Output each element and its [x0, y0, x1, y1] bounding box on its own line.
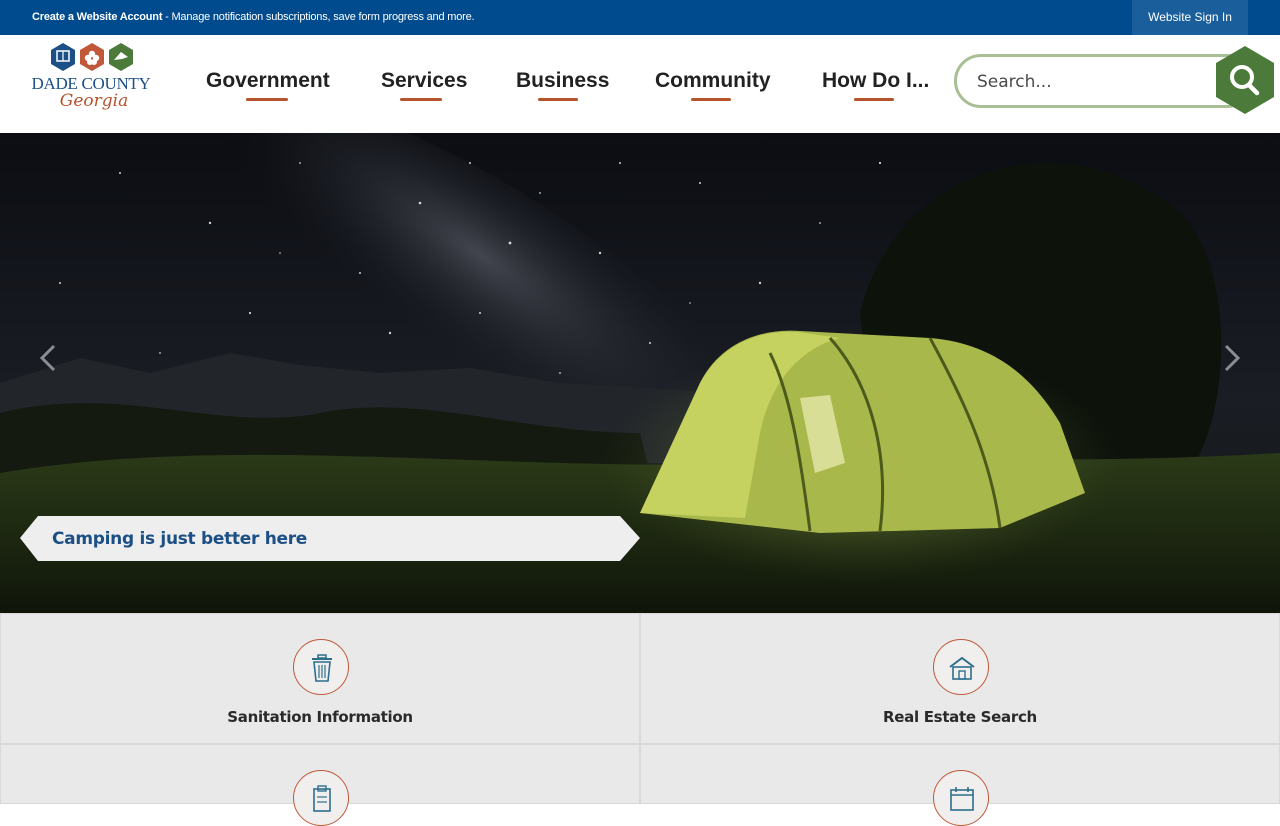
nav-business[interactable]: Business	[516, 69, 609, 105]
hero-slideshow: Camping is just better here	[0, 133, 1280, 613]
caption-text: Camping is just better here	[52, 529, 308, 549]
search-input[interactable]	[977, 69, 1217, 95]
nav-underline	[400, 98, 442, 101]
create-account-link[interactable]: Create a Website Account	[32, 11, 162, 23]
site-header: DADE COUNTY Georgia Government Services …	[0, 35, 1280, 133]
nav-underline	[691, 98, 731, 101]
tile-icon-circle	[293, 639, 349, 695]
logo-state-name: Georgia	[59, 91, 129, 111]
chevron-right-icon	[1224, 344, 1241, 372]
nav-label: Business	[516, 69, 610, 92]
account-description: - Manage notification subscriptions, sav…	[162, 11, 475, 23]
next-slide-button[interactable]	[1212, 338, 1252, 378]
clipboard-icon	[313, 785, 331, 812]
account-message: Create a Website Account - Manage notifi…	[32, 11, 475, 23]
nav-government[interactable]: Government	[206, 69, 330, 105]
trash-can-icon	[312, 654, 332, 682]
nav-services[interactable]: Services	[381, 69, 467, 105]
previous-slide-button[interactable]	[28, 338, 68, 378]
nav-underline	[854, 98, 894, 101]
nav-label: Services	[381, 69, 468, 92]
nav-underline	[538, 98, 578, 101]
tile-clipboard[interactable]	[0, 744, 640, 826]
top-bar: Create a Website Account - Manage notifi…	[0, 0, 1280, 35]
nav-community[interactable]: Community	[655, 69, 771, 105]
logo-hexagons-icon	[51, 43, 133, 71]
search-box	[954, 54, 1254, 108]
tile-label: Sanitation Information	[227, 708, 413, 726]
nav-underline	[246, 98, 288, 101]
nav-label: Government	[206, 69, 330, 92]
house-icon	[949, 656, 975, 680]
tile-icon-circle	[933, 639, 989, 695]
tile-real-estate-search[interactable]: Real Estate Search	[640, 613, 1280, 744]
dade-county-logo[interactable]: DADE COUNTY Georgia	[24, 41, 158, 121]
tile-icon-circle	[293, 770, 349, 826]
nav-label: Community	[655, 69, 771, 92]
slide-caption[interactable]: Camping is just better here	[20, 516, 640, 561]
nav-how-do-i[interactable]: How Do I...	[822, 69, 929, 105]
nav-label: How Do I...	[822, 69, 930, 92]
tile-calendar[interactable]	[640, 744, 1280, 826]
tile-icon-circle	[933, 770, 989, 826]
chevron-left-icon	[39, 344, 56, 372]
tile-sanitation-information[interactable]: Sanitation Information	[0, 613, 640, 744]
search-button[interactable]	[1214, 45, 1276, 115]
calendar-icon	[950, 787, 974, 811]
tile-label: Real Estate Search	[883, 708, 1037, 726]
website-sign-in-button[interactable]: Website Sign In	[1132, 0, 1248, 35]
